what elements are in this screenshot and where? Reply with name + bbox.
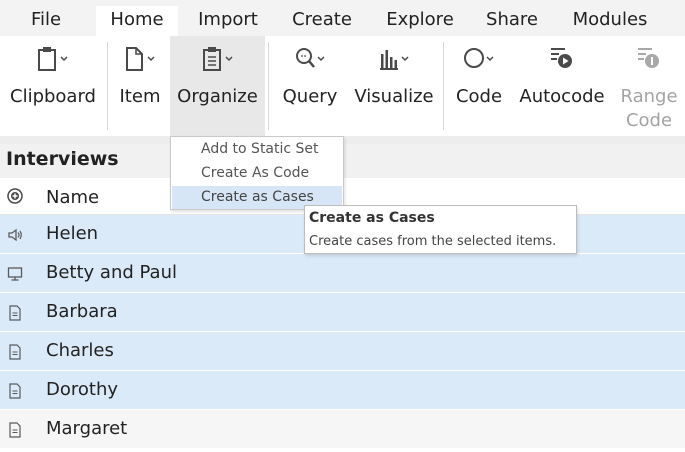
menu-tab-share[interactable]: Share <box>478 6 546 36</box>
add-column-icon[interactable] <box>7 188 23 204</box>
code-label: Code <box>455 86 503 107</box>
code-button[interactable]: Code <box>450 36 508 136</box>
row-name: Barbara <box>46 301 118 322</box>
row-name: Helen <box>46 223 99 244</box>
code-circle-icon <box>464 48 494 68</box>
range-code-icon <box>638 48 659 68</box>
organize-icon <box>202 47 233 71</box>
organize-button[interactable]: Organize <box>170 36 265 136</box>
menu-item-add-to-static-set[interactable]: Add to Static Set <box>172 138 342 161</box>
document-icon <box>9 305 21 321</box>
clipboard-label: Clipboard <box>10 86 96 107</box>
organize-dropdown-menu: Add to Static Set Create As Code Create … <box>170 136 344 210</box>
table-row[interactable]: Margaret <box>0 410 685 449</box>
range-code-label: Range Code <box>614 85 684 133</box>
document-icon <box>9 344 21 360</box>
table-row[interactable]: Charles <box>0 332 685 371</box>
organize-label: Organize <box>177 86 258 107</box>
menu-bar: File Home Import Create Explore Share Mo… <box>0 0 685 36</box>
menu-tab-home[interactable]: Home <box>96 6 178 36</box>
visualize-button[interactable]: Visualize <box>350 36 438 136</box>
document-icon <box>126 47 155 71</box>
item-button[interactable]: Item <box>112 36 168 136</box>
name-column-header[interactable]: Name <box>46 187 99 208</box>
range-code-label-line1: Range <box>620 86 678 107</box>
table-row[interactable]: Dorothy <box>0 371 685 410</box>
item-label: Item <box>119 86 161 107</box>
table-row[interactable]: Betty and Paul <box>0 254 685 293</box>
list-view-title: Interviews <box>6 148 119 170</box>
menu-item-create-as-code[interactable]: Create As Code <box>172 162 342 185</box>
tooltip: Create as Cases Create cases from the se… <box>304 205 577 254</box>
menu-tab-modules[interactable]: Modules <box>562 6 658 36</box>
audio-icon <box>8 228 22 242</box>
range-code-button[interactable]: Range Code <box>614 36 684 136</box>
menu-tab-import[interactable]: Import <box>190 6 266 36</box>
menu-tab-file[interactable]: File <box>14 6 78 36</box>
video-icon <box>7 267 23 281</box>
row-name: Charles <box>46 340 114 361</box>
document-icon <box>9 422 21 438</box>
autocode-label: Autocode <box>519 86 605 107</box>
tooltip-title: Create as Cases <box>309 210 435 226</box>
ribbon-separator <box>443 42 444 130</box>
bar-chart-icon <box>380 50 409 70</box>
autocode-icon <box>551 48 572 68</box>
ribbon: Clipboard Item Organize Query Visualize … <box>0 36 685 136</box>
table-row[interactable]: Barbara <box>0 293 685 332</box>
menu-tab-create[interactable]: Create <box>282 6 362 36</box>
query-label: Query <box>282 86 338 107</box>
row-name: Betty and Paul <box>46 262 177 283</box>
query-button[interactable]: Query <box>276 36 344 136</box>
ribbon-separator <box>107 42 108 130</box>
document-icon <box>9 383 21 399</box>
row-name: Dorothy <box>46 379 119 400</box>
row-name: Margaret <box>46 418 128 439</box>
magnifier-icon <box>296 48 325 68</box>
visualize-label: Visualize <box>354 86 434 107</box>
tooltip-body: Create cases from the selected items. <box>309 234 557 249</box>
ribbon-separator <box>268 42 269 130</box>
range-code-label-line2: Code <box>625 110 673 131</box>
menu-tab-explore[interactable]: Explore <box>378 6 462 36</box>
autocode-button[interactable]: Autocode <box>516 36 608 136</box>
clipboard-button[interactable]: Clipboard <box>0 36 106 136</box>
clipboard-icon <box>38 47 68 71</box>
